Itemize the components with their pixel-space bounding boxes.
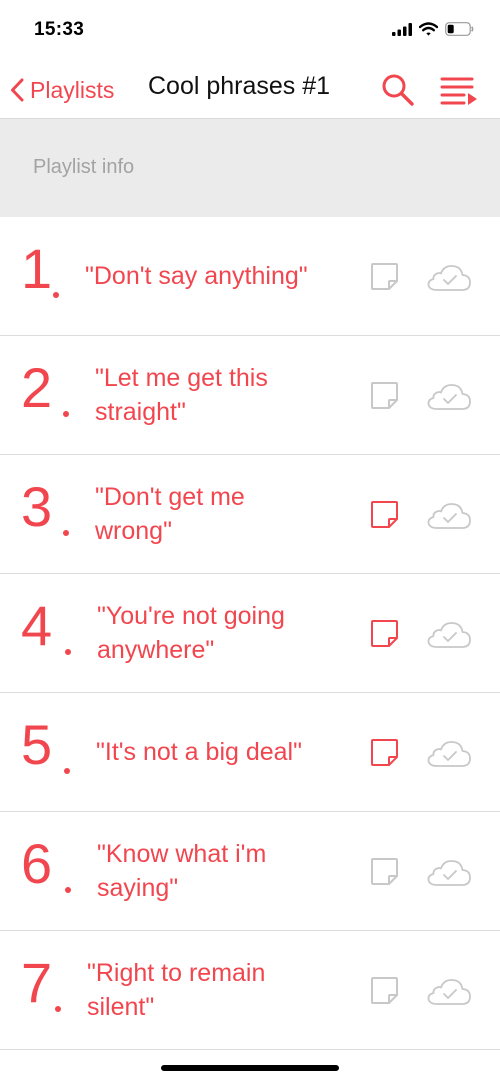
note-icon[interactable]	[369, 737, 401, 769]
list-item[interactable]: 1 "Don't say anything"	[0, 217, 500, 336]
item-phrase: "Don't say anything"	[85, 262, 308, 290]
back-button[interactable]: Playlists	[10, 70, 114, 110]
note-icon[interactable]	[369, 975, 401, 1007]
home-indicator[interactable]	[161, 1065, 339, 1071]
note-icon[interactable]	[369, 856, 401, 888]
item-number-dot	[53, 292, 59, 298]
note-icon[interactable]	[369, 261, 401, 293]
item-number: 3	[21, 475, 53, 538]
status-icons	[392, 22, 474, 36]
item-phrase: "It's not a big deal"	[96, 738, 302, 766]
status-time: 15:33	[34, 19, 85, 40]
item-number-dot	[63, 411, 69, 417]
item-number: 4	[21, 594, 53, 657]
item-phrase: "You're not going anywhere"	[97, 602, 285, 664]
cloud-check-icon	[427, 860, 471, 886]
note-icon[interactable]	[369, 618, 401, 650]
wifi-icon	[419, 22, 438, 36]
list-item[interactable]: 4 "You're not going anywhere"	[0, 574, 500, 693]
queue-button[interactable]	[440, 74, 478, 108]
item-number: 2	[21, 356, 53, 419]
cloud-check-icon	[427, 265, 471, 291]
item-phrase: "Know what i'm saying"	[97, 840, 267, 902]
item-phrase: "Right to remain silent"	[87, 959, 266, 1021]
item-number-dot	[65, 887, 71, 893]
list-item[interactable]: 7 "Right to remain silent"	[0, 931, 500, 1050]
cloud-check-icon	[427, 979, 471, 1005]
item-number: 6	[21, 832, 53, 895]
item-number: 5	[21, 713, 53, 776]
cloud-check-icon	[427, 622, 471, 648]
cloud-check-icon	[427, 384, 471, 410]
playlist-info-label: Playlist info	[33, 156, 135, 178]
item-number-dot	[63, 530, 69, 536]
cellular-signal-icon	[392, 22, 412, 36]
item-number-dot	[65, 649, 71, 655]
page-title: Cool phrases #1	[148, 72, 331, 100]
item-number-dot	[55, 1006, 61, 1012]
item-number: 1	[21, 237, 53, 300]
list-item[interactable]: 3 "Don't get me wrong"	[0, 455, 500, 574]
battery-icon	[445, 22, 474, 36]
search-icon	[382, 74, 414, 106]
list-item[interactable]: 2 "Let me get this straight"	[0, 336, 500, 455]
cloud-check-icon	[427, 741, 471, 767]
playlist-info-section[interactable]: Playlist info	[0, 119, 500, 217]
item-number: 7	[21, 951, 53, 1014]
list-item[interactable]: 6 "Know what i'm saying"	[0, 812, 500, 931]
item-number-dot	[64, 768, 70, 774]
search-button[interactable]	[380, 72, 416, 108]
item-phrase: "Let me get this straight"	[95, 364, 268, 426]
phrase-list: 1 "Don't say anything" 2 "Let me get thi…	[0, 217, 500, 1050]
cloud-check-icon	[427, 503, 471, 529]
back-button-label: Playlists	[30, 76, 115, 103]
item-phrase: "Don't get me wrong"	[95, 483, 245, 545]
navigation-bar: Playlists Cool phrases #1	[0, 60, 500, 119]
queue-list-icon	[440, 77, 477, 105]
list-item[interactable]: 5 "It's not a big deal"	[0, 693, 500, 812]
chevron-left-icon	[11, 78, 24, 102]
status-bar: 15:33	[0, 0, 500, 60]
note-icon[interactable]	[369, 499, 401, 531]
note-icon[interactable]	[369, 380, 401, 412]
